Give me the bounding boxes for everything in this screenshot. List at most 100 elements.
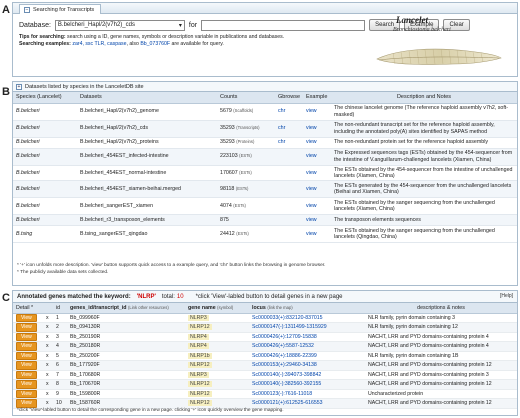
dataset-count: 35293	[220, 139, 235, 146]
gene-expand-icon[interactable]: x	[43, 370, 53, 380]
genes-header-row: Detail * id genes_id/transcript_id (Link…	[13, 303, 517, 314]
dataset-name: B.belcheri_Hapl/2(v7h2)_proteins	[77, 137, 217, 149]
gene-description: NACHT, LRR and PYD domains-containing pr…	[365, 341, 517, 352]
gene-name: NLRP3	[188, 371, 209, 378]
gene-expand-icon[interactable]: x	[43, 379, 53, 390]
view-button[interactable]: View	[16, 342, 37, 351]
example-link-bb[interactable]: Bb_073760F	[140, 41, 170, 47]
gene-locus-link[interactable]: Sc0000140(-):382560-392155	[249, 379, 365, 390]
gene-locus-link[interactable]: Sc0000426(+):18886-22399	[249, 351, 365, 361]
example-view-link[interactable]: view	[303, 197, 332, 215]
gene-name-cell: NLRP1b	[185, 351, 249, 361]
gbrowse-chr-link[interactable]	[275, 225, 304, 243]
gbrowse-chr-link[interactable]	[275, 197, 304, 215]
gene-expand-icon[interactable]: x	[43, 313, 53, 323]
view-button[interactable]: View	[16, 323, 37, 332]
gene-locus-link[interactable]: Sc0000033(+):832120-837015	[249, 313, 365, 323]
gene-locus-link[interactable]: Sc0000121(+):612525-616553	[249, 398, 365, 409]
gene-locus-link[interactable]: Sc0000140(-):394073-398842	[249, 370, 365, 380]
gene-id: Bb_250190R	[67, 332, 185, 342]
example-links[interactable]: zar4, ssc TLR, caspase	[72, 41, 126, 47]
datasets-note-2: * The publicly available data sets colle…	[17, 270, 109, 275]
example-view-link[interactable]: view	[303, 137, 332, 149]
gbrowse-chr-link[interactable]: chr	[275, 137, 304, 149]
gene-locus-link[interactable]: Sc0000123(-):7616-11018	[249, 389, 365, 399]
view-button[interactable]: View	[16, 389, 37, 398]
gene-description: NACHT, LRR and PYD domains-containing pr…	[365, 398, 517, 409]
gene-locus-link[interactable]: Sc0000153(+):29460-34138	[249, 360, 365, 371]
dataset-species: B.belcheri	[13, 165, 77, 181]
database-select[interactable]: B.belcheri_Hapl/2(v7h2)_cds ▾	[54, 19, 185, 31]
gene-expand-icon[interactable]: x	[43, 398, 53, 409]
gene-row: View x 1 Bb_099960F NLRP3 Sc0000033(+):832120…	[13, 313, 517, 323]
dataset-row: B.belcheri B.belcheri_Hapl/2(v7h2)_protei…	[13, 137, 517, 149]
gene-name-cell: NLRP12	[185, 322, 249, 333]
datasets-header[interactable]: + Datasets listed by species in the Lanc…	[13, 82, 517, 92]
gene-name-cell: NLRP4	[185, 332, 249, 342]
col-gene-id-note: (Link other resources)	[128, 304, 169, 310]
dataset-count-cell: 170607 (ESTs)	[217, 165, 275, 181]
dataset-description: The non-redundant transcript set for the…	[331, 120, 517, 138]
view-button[interactable]: View	[16, 380, 37, 389]
gene-description: NACHT, LRR and PYD domains-containing pr…	[365, 332, 517, 342]
dataset-count: 5679	[220, 108, 232, 115]
gene-view-cell: View	[13, 398, 43, 409]
help-link[interactable]: [Help]	[500, 293, 513, 299]
genes-header-prefix: Annotated genes matched the keyword:	[17, 293, 131, 300]
gbrowse-chr-link[interactable]: chr	[275, 120, 304, 138]
dataset-name: B.belcheri_Hapl/2(v7h2)_cds	[77, 120, 217, 138]
gene-name: NLRP12	[188, 381, 212, 388]
gene-expand-icon[interactable]: x	[43, 389, 53, 399]
gene-index: 9	[53, 389, 67, 399]
search-input[interactable]	[201, 19, 366, 31]
example-view-link[interactable]: view	[303, 225, 332, 243]
gbrowse-chr-link[interactable]	[275, 148, 304, 166]
example-view-link[interactable]: view	[303, 148, 332, 166]
gene-id: Bb_170680R	[67, 370, 185, 380]
plus-icon[interactable]: +	[16, 83, 22, 90]
dataset-name: B.belcheri_r3_transposon_elements	[77, 214, 217, 226]
example-view-link[interactable]: view	[303, 103, 332, 121]
example-view-link[interactable]: view	[303, 165, 332, 181]
gene-expand-icon[interactable]: x	[43, 351, 53, 361]
gene-description: NLR family, pyrin domain containing 12	[365, 322, 517, 333]
gbrowse-chr-link[interactable]	[275, 180, 304, 198]
dataset-unit: (ESTs)	[233, 202, 246, 208]
view-button[interactable]: View	[16, 361, 37, 370]
col-detail: Detail *	[13, 303, 43, 314]
for-label: for	[188, 21, 198, 29]
tab-search-transcripts[interactable]: − Searching for Transcripts	[19, 4, 102, 14]
gbrowse-chr-link[interactable]: chr	[275, 103, 304, 121]
gene-expand-icon[interactable]: x	[43, 332, 53, 342]
gene-view-cell: View	[13, 351, 43, 361]
panel-letter-a: A	[2, 4, 10, 16]
gene-id: Bb_158760R	[67, 398, 185, 409]
gene-locus-link[interactable]: Sc0000426(+):12709-15838	[249, 332, 365, 342]
example-view-link[interactable]: view	[303, 214, 332, 226]
gbrowse-chr-link[interactable]	[275, 165, 304, 181]
example-view-link[interactable]: view	[303, 180, 332, 198]
gene-expand-icon[interactable]: x	[43, 322, 53, 333]
datasets-note-1: * '+' icon unfolds more description. 'vi…	[17, 263, 326, 268]
view-button[interactable]: View	[16, 370, 37, 379]
example-view-link[interactable]: view	[303, 120, 332, 138]
gene-locus-link[interactable]: Sc0000426(+):5587-12532	[249, 341, 365, 352]
view-button[interactable]: View	[16, 313, 37, 322]
view-button[interactable]: View	[16, 351, 37, 360]
gene-expand-icon[interactable]: x	[43, 341, 53, 352]
gene-name: NLRP3	[188, 314, 209, 321]
gene-name-cell: NLRP12	[185, 398, 249, 409]
gene-index: 1	[53, 313, 67, 323]
gene-name-cell: NLRP12	[185, 360, 249, 371]
genes-footer: *click 'View'-labled button to detail th…	[17, 408, 284, 413]
gene-expand-icon[interactable]: x	[43, 360, 53, 371]
gene-locus-link[interactable]: Sc0000147(-):1311499-1315929	[249, 322, 365, 333]
gene-description: NLR family, pyrin domain containing 3	[365, 313, 517, 323]
view-button[interactable]: View	[16, 399, 37, 408]
col-gene-name-note: (symbol)	[217, 304, 234, 310]
view-button[interactable]: View	[16, 332, 37, 341]
dataset-count-cell: 24412 (ESTs)	[217, 225, 275, 243]
gbrowse-chr-link[interactable]	[275, 214, 304, 226]
col-locus-note: (link the map)	[267, 304, 293, 310]
dataset-unit: (Proteins)	[236, 139, 255, 145]
